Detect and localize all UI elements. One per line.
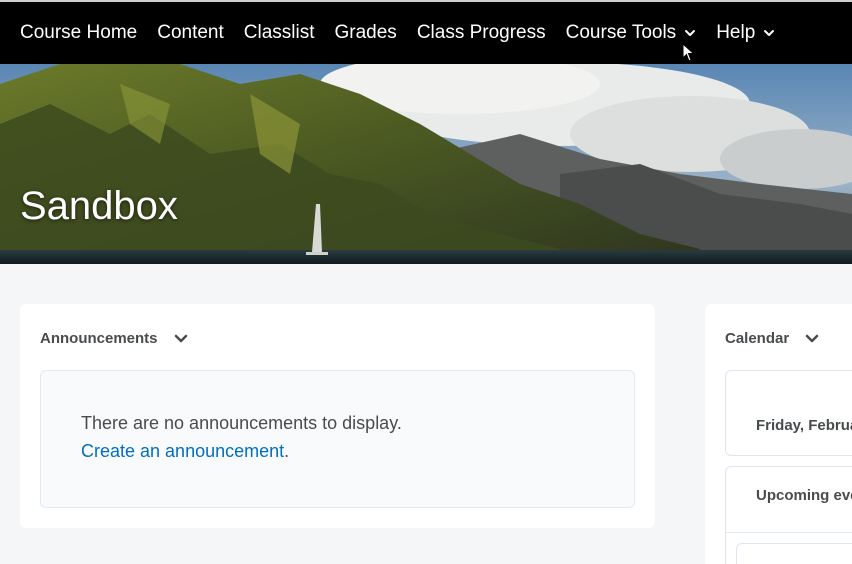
nav-course-home[interactable]: Course Home (20, 22, 137, 44)
mouse-cursor-icon (682, 43, 695, 62)
banner-image (0, 64, 852, 264)
upcoming-event-item[interactable] (736, 543, 852, 564)
nav-label: Content (157, 22, 224, 43)
nav-classlist[interactable]: Classlist (244, 22, 315, 44)
page-title: Sandbox (20, 184, 178, 228)
nav-grades[interactable]: Grades (335, 22, 397, 44)
nav-class-progress[interactable]: Class Progress (417, 22, 546, 44)
nav-label: Classlist (243, 22, 315, 43)
announcements-content: There are no announcements to display. C… (40, 370, 635, 508)
divider (726, 532, 852, 533)
nav-label: Grades (334, 22, 397, 43)
widget-title: Announcements (40, 330, 158, 347)
announcements-header[interactable]: Announcements (40, 330, 188, 347)
calendar-header[interactable]: Calendar (725, 330, 819, 347)
announcements-widget: Announcements There are no announcements… (20, 304, 655, 528)
chevron-down-icon (764, 30, 775, 36)
create-announcement-link[interactable]: Create an announcement (81, 441, 284, 461)
nav-help[interactable]: Help (716, 22, 775, 44)
widget-title: Calendar (725, 330, 790, 347)
empty-message: There are no announcements to display. (81, 413, 402, 433)
nav-label: Help (716, 22, 756, 43)
create-suffix: . (284, 441, 290, 461)
nav-course-tools[interactable]: Course Tools (566, 22, 697, 44)
calendar-date-label: Friday, Februa (756, 417, 852, 434)
calendar-widget: Calendar Friday, Februa Upcoming eve (705, 304, 852, 564)
nav-label: Course Home (20, 22, 138, 43)
upcoming-events-panel: Upcoming eve (725, 466, 852, 564)
course-navbar: Course Home Content Classlist Grades Cla… (0, 0, 852, 64)
nav-label: Class Progress (416, 22, 546, 43)
nav-label: Course Tools (565, 22, 677, 43)
chevron-down-icon[interactable] (174, 334, 188, 344)
chevron-down-icon (685, 30, 696, 36)
chevron-down-icon[interactable] (805, 334, 819, 344)
course-banner: Sandbox (0, 64, 852, 264)
calendar-date-panel[interactable]: Friday, Februa (725, 370, 852, 456)
upcoming-events-title: Upcoming eve (756, 487, 852, 504)
create-announcement: Create an announcement. (81, 441, 289, 462)
nav-content[interactable]: Content (157, 22, 224, 44)
